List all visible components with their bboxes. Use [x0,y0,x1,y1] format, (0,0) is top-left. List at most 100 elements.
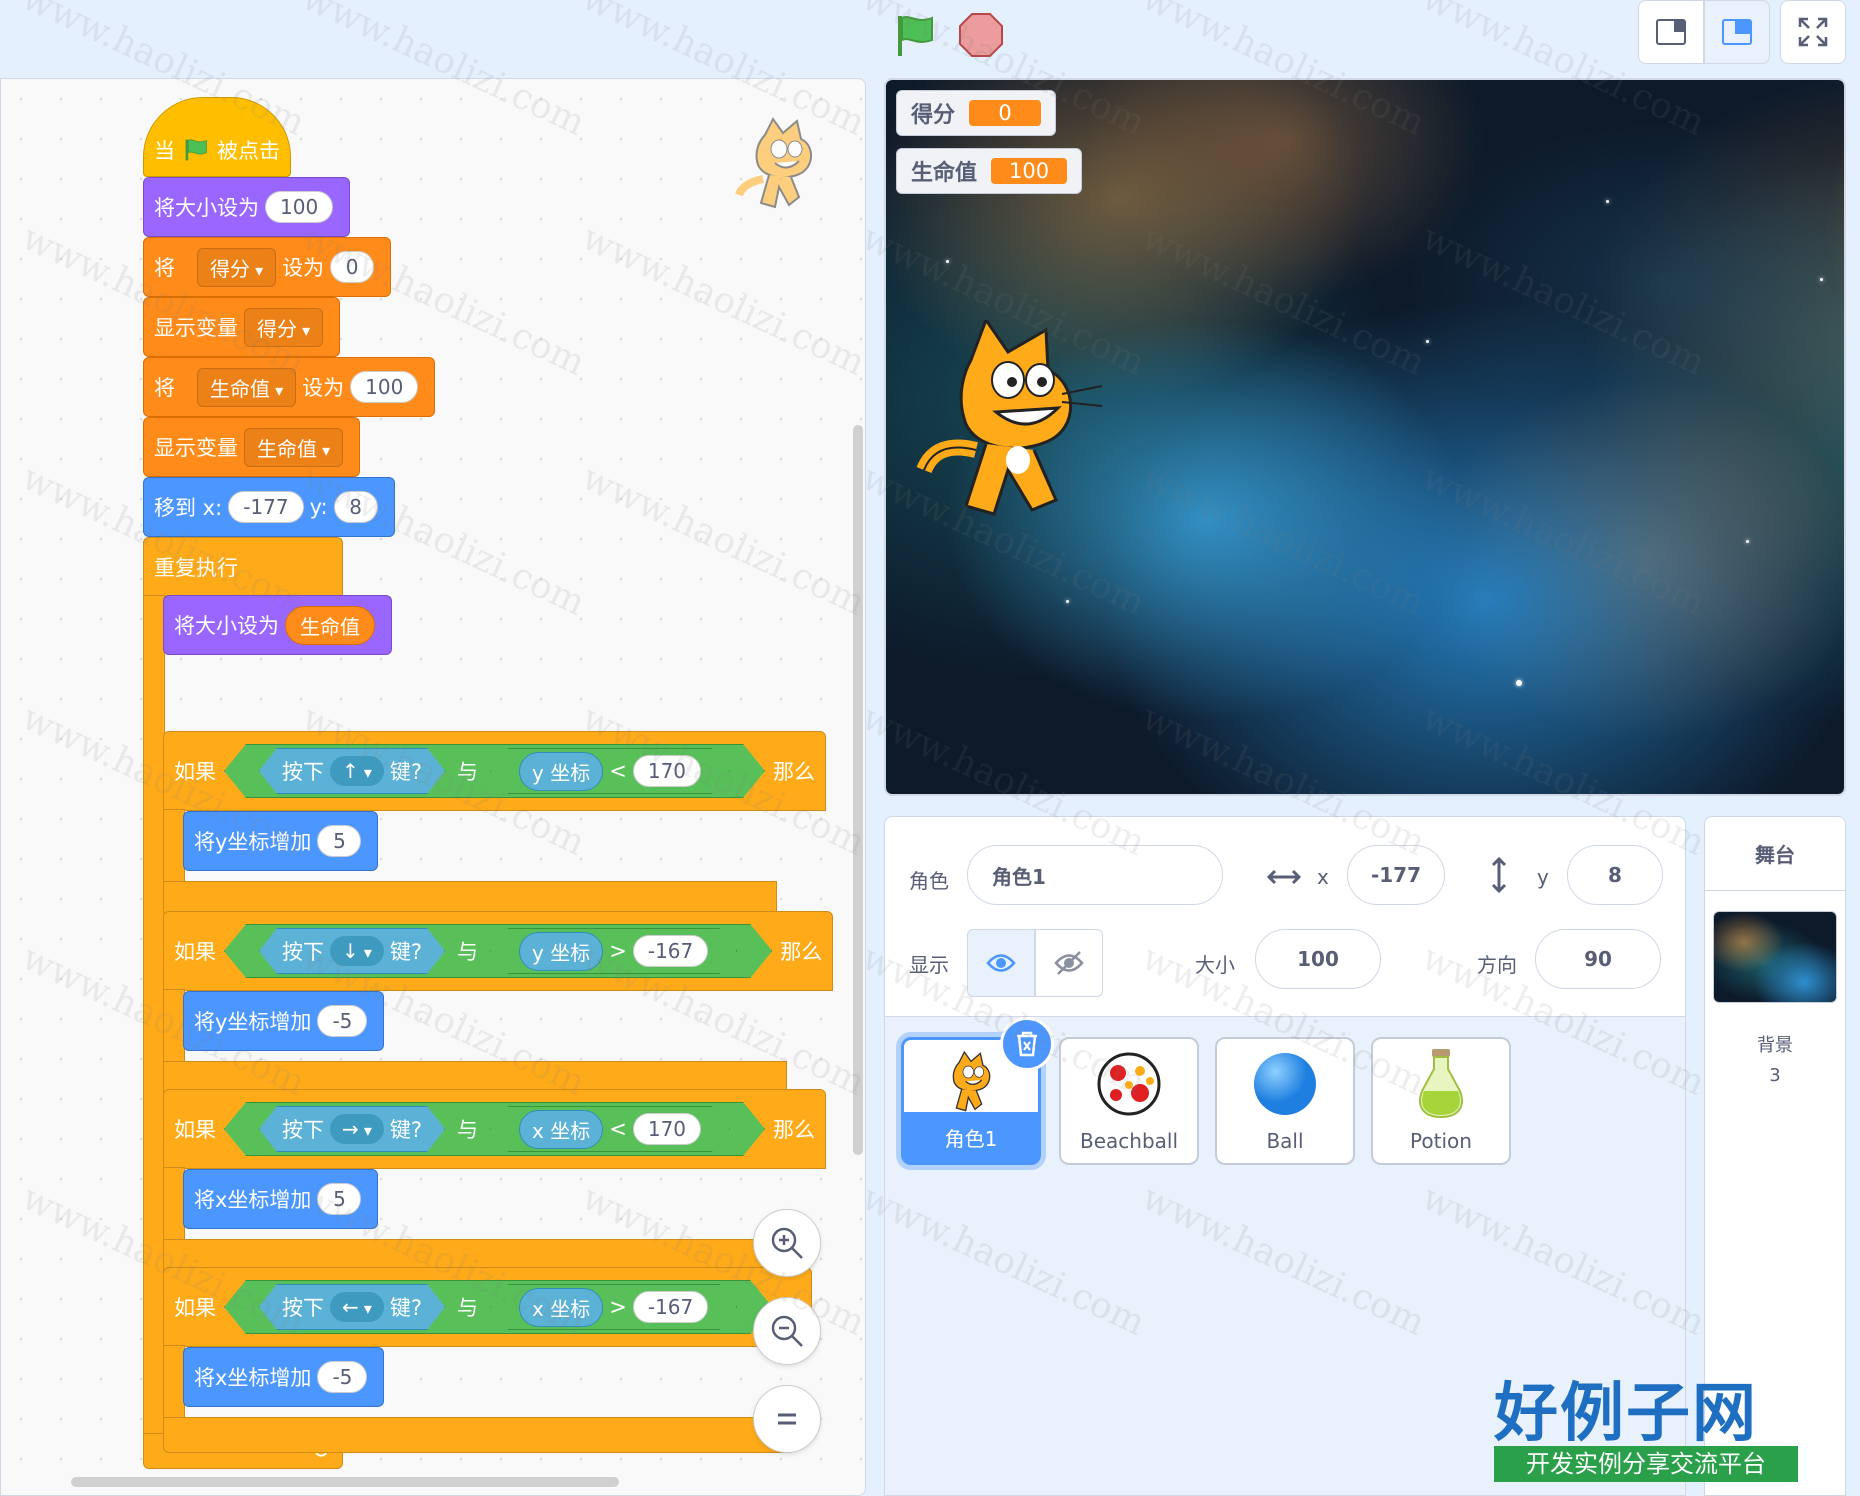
size-input[interactable]: 100 [1255,929,1381,989]
if-label: 如果 [174,1118,216,1142]
set-health-block[interactable]: 将 生命值 设为 100 [143,357,436,417]
key-dropdown[interactable]: ↑ [330,756,384,786]
normal-stage-button[interactable] [1704,0,1770,64]
then-label: 那么 [773,1118,816,1142]
and-operator[interactable]: 按下←键? 与 x 坐标>-167 [224,1280,772,1334]
show-health-block[interactable]: 显示变量 生命值 [143,417,361,477]
y-input[interactable]: 8 [1567,845,1663,905]
variable-dropdown-health[interactable]: 生命值 [197,367,297,407]
change-coordinate-input[interactable]: 5 [317,1183,362,1215]
press-label: 按下 [282,940,324,964]
and-label: 与 [457,940,479,964]
show-sprite-button[interactable] [967,929,1035,997]
show-score-block[interactable]: 显示变量 得分 [143,297,341,357]
key-pressed-sensor[interactable]: 按下↓键? [259,928,445,974]
key-dropdown[interactable]: ↓ [330,936,384,966]
monitor-score[interactable]: 得分 0 [896,90,1057,136]
set-label: 将 [154,256,175,280]
cat-sprite-icon [952,1050,991,1112]
zoom-reset-button[interactable] [753,1385,821,1453]
set-size-health-block[interactable]: 将大小设为 生命值 [163,595,392,655]
delete-sprite-button[interactable] [1000,1017,1054,1071]
coordinate-reporter[interactable]: y 坐标 [519,752,603,791]
if-label: 如果 [174,940,216,964]
green-flag-icon[interactable] [892,12,940,60]
sprite-tile-beachball[interactable]: Beachball [1059,1037,1199,1165]
change-coordinate-block[interactable]: 将y坐标增加 5 [183,811,379,871]
sprite-tile-ball[interactable]: Ball [1215,1037,1355,1165]
if-block[interactable]: 如果按下←键?与x 坐标>-167那 [163,1267,813,1347]
sprite-tile-name: 角色1 [944,1127,998,1151]
goto-x-input[interactable]: -177 [228,491,304,523]
and-operator[interactable]: 按下↑键? 与 y 坐标<170 [224,744,765,798]
compare-value-input[interactable]: 170 [633,755,701,787]
health-reporter[interactable]: 生命值 [285,605,375,645]
vertical-scrollbar[interactable] [853,425,863,1155]
ball-icon [1254,1053,1316,1115]
coordinate-reporter[interactable]: y 坐标 [519,932,603,971]
show-variable-label: 显示变量 [154,436,238,460]
set-size-label: 将大小设为 [154,196,259,220]
cat-sprite[interactable] [916,320,1116,530]
compare-operator[interactable]: x 坐标 > -167 [490,1284,737,1330]
set-size-block[interactable]: 将大小设为 100 [143,177,351,237]
coordinate-reporter[interactable]: x 坐标 [519,1288,603,1327]
compare-value-input[interactable]: -167 [633,1291,708,1323]
goto-y-input[interactable]: 8 [333,491,378,523]
and-operator[interactable]: 按下→键? 与 x 坐标<170 [224,1102,765,1156]
and-label: 与 [457,1296,479,1320]
and-operator[interactable]: 按下↓键? 与 y 坐标>-167 [224,924,772,978]
key-dropdown[interactable]: ← [330,1292,384,1322]
set-size-input[interactable]: 100 [265,191,334,223]
star [1066,600,1069,603]
direction-input[interactable]: 90 [1535,929,1661,989]
forever-block[interactable]: 重复执行 [143,537,343,597]
zoom-in-button[interactable] [753,1209,821,1277]
to-label: 设为 [282,256,325,280]
compare-value-input[interactable]: -167 [633,935,708,967]
sprite-tile-potion[interactable]: Potion [1371,1037,1511,1165]
compare-operator[interactable]: x 坐标 <170 [490,1106,730,1152]
key-pressed-sensor[interactable]: 按下↑键? [259,748,445,794]
variable-dropdown-score[interactable]: 得分 [244,307,324,347]
compare-operator[interactable]: y 坐标 > -167 [490,928,737,974]
if-block[interactable]: 如果 按下↓键? 与 y 坐标>-167 那么 [163,911,834,991]
if-block[interactable]: 如果 按下↑键? 与 y 坐标<170 那么 [163,731,827,811]
goto-xy-block[interactable]: 移到 x: -177 y: 8 [143,477,395,537]
compare-op-label: < [609,1117,627,1141]
change-coordinate-block[interactable]: 将y坐标增加 -5 [183,991,385,1051]
stage-canvas[interactable]: 得分 0 生命值 100 [884,78,1846,796]
coordinate-reporter[interactable]: x 坐标 [519,1110,603,1149]
sprite-name-input[interactable]: 角色1 [967,845,1223,905]
small-stage-button[interactable] [1638,0,1704,64]
x-input[interactable]: -177 [1347,845,1445,905]
fullscreen-button[interactable] [1780,0,1846,64]
stop-icon[interactable] [958,12,1004,58]
monitor-health[interactable]: 生命值 100 [896,148,1083,194]
variable-dropdown-health[interactable]: 生命值 [244,427,344,467]
compare-operator[interactable]: y 坐标 <170 [490,748,730,794]
change-coordinate-block[interactable]: 将x坐标增加 5 [183,1169,379,1229]
set-score-input[interactable]: 0 [330,251,375,283]
backdrop-thumbnail[interactable] [1713,911,1837,1003]
if-arm [163,989,185,1063]
change-coordinate-block[interactable]: 将x坐标增加 -5 [183,1347,385,1407]
change-coordinate-input[interactable]: -5 [317,1361,368,1393]
press-label: 按下 [282,760,324,784]
variable-dropdown-score[interactable]: 得分 [197,247,277,287]
if-block[interactable]: 如果 按下→键? 与 x 坐标<170 那么 [163,1089,827,1169]
zoom-out-button[interactable] [753,1297,821,1365]
when-flag-clicked-block[interactable]: 当 被点击 [143,97,291,177]
set-health-input[interactable]: 100 [350,371,419,403]
key-pressed-sensor[interactable]: 按下←键? [259,1284,445,1330]
code-workspace[interactable]: 当 被点击 将大小设为 100 将 得分 设为 0 显示变量 得分 将 生命值 … [0,78,866,1496]
change-coordinate-input[interactable]: 5 [317,825,362,857]
key-dropdown[interactable]: → [330,1114,384,1144]
key-pressed-sensor[interactable]: 按下→键? [259,1106,445,1152]
horizontal-scrollbar[interactable] [71,1477,619,1487]
change-coordinate-input[interactable]: -5 [317,1005,368,1037]
monitor-value: 0 [969,100,1042,126]
compare-value-input[interactable]: 170 [633,1113,701,1145]
hide-sprite-button[interactable] [1035,929,1103,997]
set-score-block[interactable]: 将 得分 设为 0 [143,237,392,297]
